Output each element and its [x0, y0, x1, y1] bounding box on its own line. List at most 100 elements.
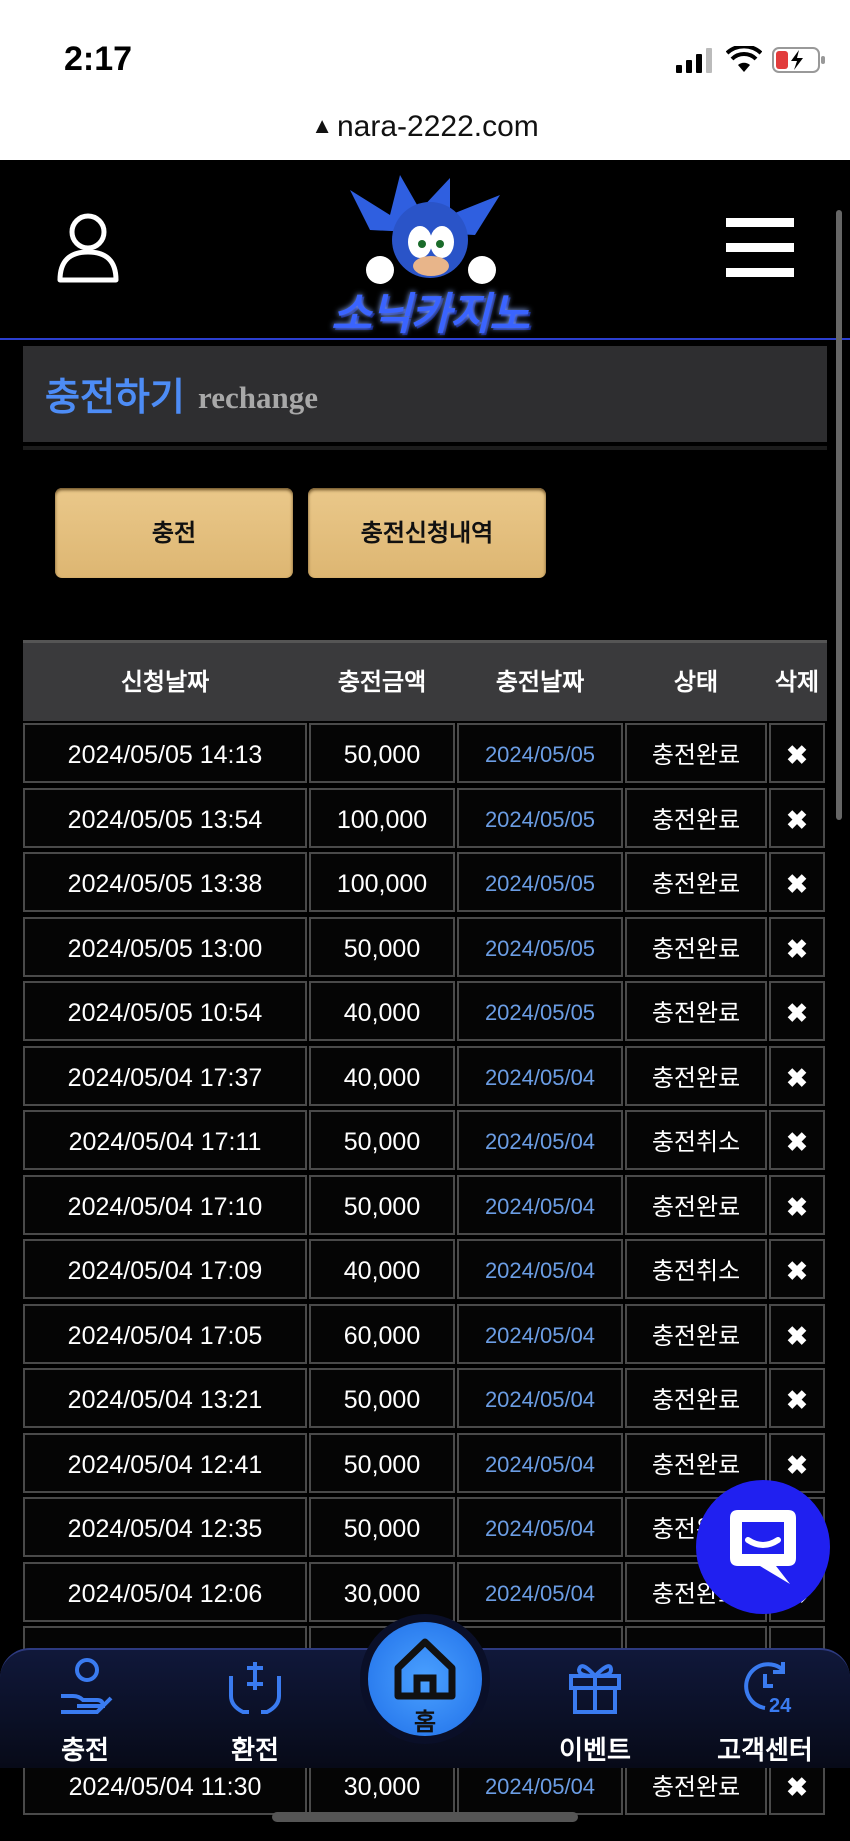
table-row: 2024/05/04 13:21 50,000 2024/05/04 충전완료 ✖	[23, 1366, 827, 1431]
delete-icon[interactable]: ✖	[769, 981, 825, 1041]
table-row: 2024/05/04 17:11 50,000 2024/05/04 충전취소 ✖	[23, 1108, 827, 1173]
request-date-cell: 2024/05/04 17:37	[23, 1045, 307, 1106]
delete-icon[interactable]: ✖	[769, 916, 825, 977]
charge-date-cell: 2024/05/04	[457, 1239, 623, 1299]
amount-cell: 50,000	[309, 916, 455, 977]
charge-history-button[interactable]: 충전신청내역	[308, 488, 546, 578]
hands-money-icon	[229, 1662, 281, 1714]
status-cell: 충전완료	[625, 787, 767, 848]
browser-status-bar: 2:17 ▲ nara-2222.com	[0, 0, 850, 160]
delete-icon[interactable]: ✖	[769, 787, 825, 848]
amount-cell: 100,000	[309, 852, 455, 912]
amount-cell: 40,000	[309, 1239, 455, 1299]
battery-icon	[772, 47, 825, 73]
header-request-date: 신청날짜	[120, 668, 210, 696]
chat-button[interactable]	[696, 1480, 830, 1614]
table-row: 2024/05/05 14:13 50,000 2024/05/05 충전완료 ✖	[23, 721, 827, 786]
amount-cell: 50,000	[309, 1497, 455, 1557]
user-icon[interactable]	[56, 212, 120, 284]
charge-date-cell: 2024/05/04	[457, 1303, 623, 1364]
charge-date-cell: 2024/05/04	[457, 1497, 623, 1557]
header-status: 상태	[673, 668, 719, 696]
delete-icon[interactable]: ✖	[769, 1174, 825, 1235]
nav-charge[interactable]: 충전	[20, 1650, 150, 1768]
charge-button[interactable]: 충전	[55, 488, 293, 578]
nav-event[interactable]: 이벤트	[530, 1650, 660, 1768]
request-date-cell: 2024/05/04 13:21	[23, 1368, 307, 1428]
table-row: 2024/05/05 10:54 40,000 2024/05/05 충전완료 ✖	[23, 979, 827, 1044]
home-indicator	[272, 1812, 578, 1822]
amount-cell: 50,000	[309, 1110, 455, 1170]
table-row: 2024/05/05 13:38 100,000 2024/05/05 충전완료 ✖	[23, 850, 827, 915]
request-date-cell: 2024/05/04 12:41	[23, 1432, 307, 1493]
request-date-cell: 2024/05/04 17:11	[23, 1110, 307, 1170]
amount-cell: 50,000	[309, 1432, 455, 1493]
header-charge-date: 충전날짜	[495, 668, 585, 696]
delete-icon[interactable]: ✖	[769, 852, 825, 912]
charge-date-cell: 2024/05/04	[457, 1368, 623, 1428]
nav-exchange[interactable]: 환전	[190, 1650, 320, 1768]
amount-cell: 40,000	[309, 981, 455, 1041]
nav-charge-label: 충전	[61, 1736, 109, 1766]
request-date-cell: 2024/05/05 13:00	[23, 916, 307, 977]
status-cell: 충전완료	[625, 1303, 767, 1364]
divider	[23, 446, 827, 450]
table-row: 2024/05/04 17:09 40,000 2024/05/04 충전취소 ✖	[23, 1237, 827, 1302]
nav-support-label: 고객센터	[717, 1736, 813, 1766]
support-24-icon: 24	[744, 1662, 792, 1716]
chat-bubble-icon	[730, 1510, 796, 1584]
nav-event-label: 이벤트	[559, 1736, 631, 1766]
table-row: 2024/05/04 17:05 60,000 2024/05/04 충전완료 ✖	[23, 1302, 827, 1367]
request-date-cell: 2024/05/04 17:09	[23, 1239, 307, 1299]
status-cell: 충전취소	[625, 1110, 767, 1170]
amount-cell: 30,000	[309, 1561, 455, 1622]
request-date-cell: 2024/05/04 17:05	[23, 1303, 307, 1364]
delete-icon[interactable]: ✖	[769, 1110, 825, 1170]
status-cell: 충전완료	[625, 723, 767, 783]
svg-text:24: 24	[769, 1695, 792, 1716]
url-text: nara-2222.com	[336, 110, 539, 143]
request-date-cell: 2024/05/05 13:38	[23, 852, 307, 912]
address-bar[interactable]: ▲ nara-2222.com	[0, 110, 850, 144]
site-logo[interactable]: 소닉카지노	[310, 170, 550, 340]
delete-icon[interactable]: ✖	[769, 1368, 825, 1428]
charge-date-cell: 2024/05/04	[457, 1110, 623, 1170]
header-delete: 삭제	[774, 668, 820, 696]
hamburger-menu-icon[interactable]	[726, 218, 794, 278]
amount-cell: 50,000	[309, 1368, 455, 1428]
status-cell: 충전완료	[625, 916, 767, 977]
header-amount: 충전금액	[337, 668, 427, 696]
scrollbar[interactable]	[836, 210, 842, 820]
nav-home[interactable]: 홈	[360, 1614, 490, 1744]
home-icon	[394, 1638, 456, 1700]
request-date-cell: 2024/05/04 12:06	[23, 1561, 307, 1622]
request-date-cell: 2024/05/04 12:35	[23, 1497, 307, 1557]
delete-icon[interactable]: ✖	[769, 1303, 825, 1364]
delete-icon[interactable]: ✖	[769, 1239, 825, 1299]
charge-date-cell: 2024/05/04	[457, 1174, 623, 1235]
charge-date-cell: 2024/05/04	[457, 1432, 623, 1493]
table-row: 2024/05/04 17:10 50,000 2024/05/04 충전완료 ✖	[23, 1173, 827, 1238]
status-cell: 충전완료	[625, 1368, 767, 1428]
page-title-korean: 충전하기	[45, 375, 185, 419]
amount-cell: 50,000	[309, 1174, 455, 1235]
status-cell: 충전완료	[625, 981, 767, 1041]
amount-cell: 60,000	[309, 1303, 455, 1364]
delete-icon[interactable]: ✖	[769, 1045, 825, 1106]
nav-exchange-label: 환전	[231, 1736, 279, 1766]
mascot-image	[350, 175, 500, 284]
charge-date-cell: 2024/05/04	[457, 1045, 623, 1106]
amount-cell: 50,000	[309, 723, 455, 783]
nav-support[interactable]: 24 고객센터	[700, 1650, 830, 1768]
wifi-icon	[726, 46, 762, 72]
nav-home-label: 홈	[413, 1708, 437, 1736]
gift-icon	[569, 1664, 621, 1714]
status-cell: 충전취소	[625, 1239, 767, 1299]
delete-icon[interactable]: ✖	[769, 723, 825, 783]
amount-cell: 40,000	[309, 1045, 455, 1106]
charge-date-cell: 2024/05/05	[457, 723, 623, 783]
warning-icon: ▲	[311, 113, 333, 138]
amount-cell: 100,000	[309, 787, 455, 848]
request-date-cell: 2024/05/05 13:54	[23, 787, 307, 848]
hand-coin-icon	[61, 1658, 113, 1714]
